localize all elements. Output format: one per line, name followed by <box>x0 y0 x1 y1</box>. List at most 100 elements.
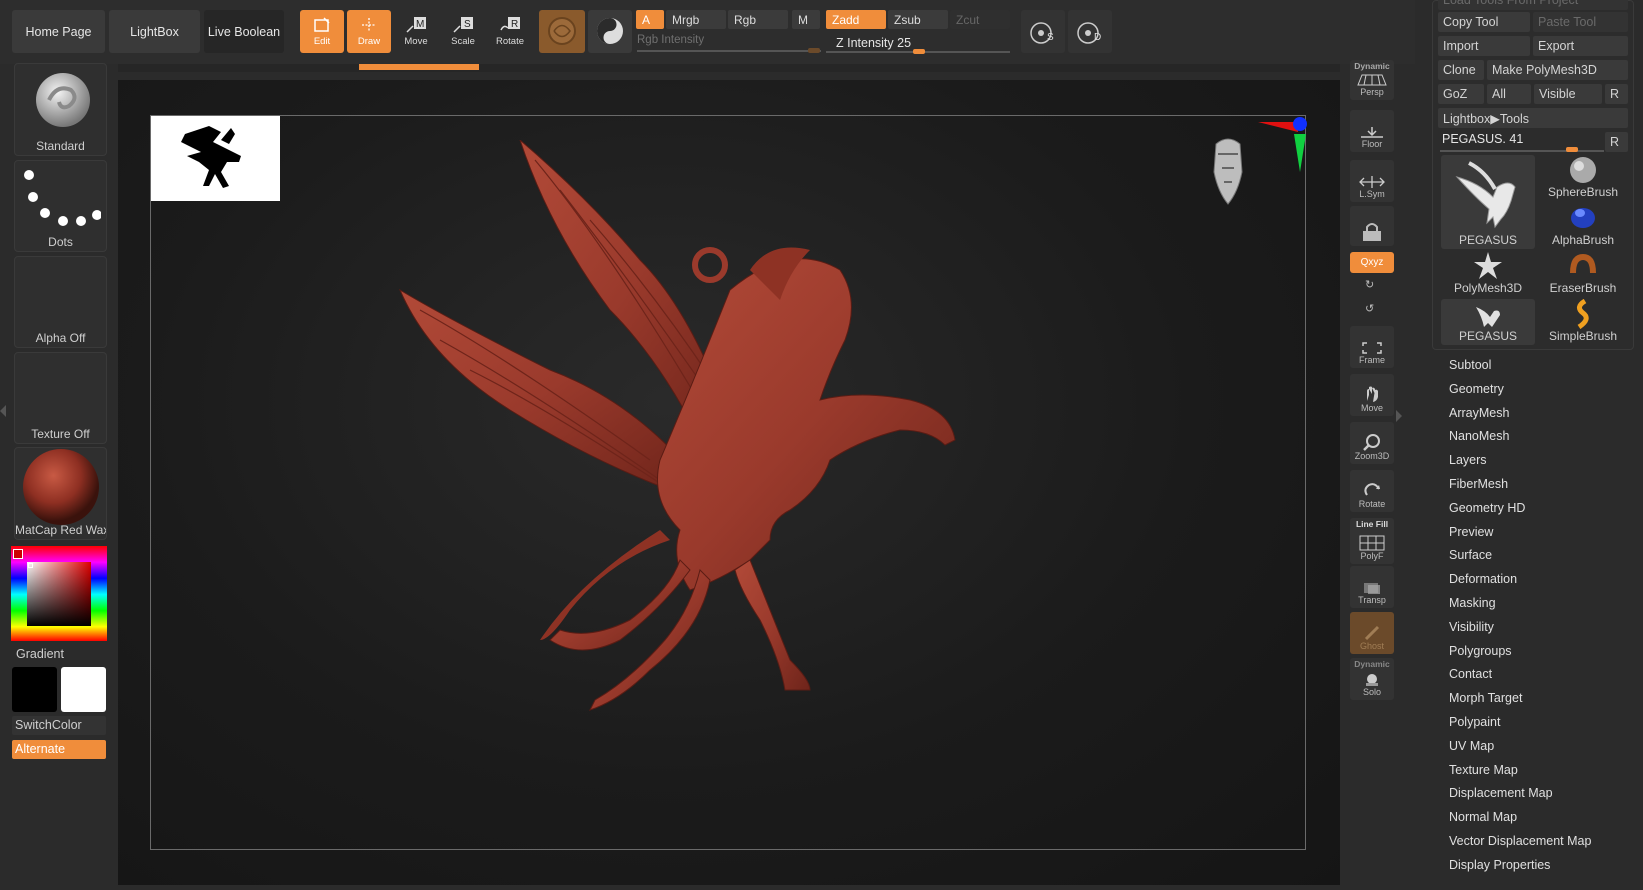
tool-menu-item[interactable]: Polygroups <box>1449 644 1512 658</box>
m-toggle[interactable]: M <box>792 10 820 29</box>
copy-tool-button[interactable]: Copy Tool <box>1438 12 1530 32</box>
material-selector[interactable]: MatCap Red Wax <box>14 447 107 540</box>
a-channel-toggle[interactable]: A <box>636 10 664 29</box>
tool-menu-item[interactable]: Surface <box>1449 548 1492 562</box>
brush-selector[interactable]: Standard <box>14 63 107 156</box>
edit-button[interactable]: Edit <box>300 10 344 53</box>
dynamic-size-button[interactable]: D <box>1068 10 1112 53</box>
tool-menu-item[interactable]: Subtool <box>1449 358 1491 372</box>
alternate-button[interactable]: Alternate <box>12 740 106 759</box>
pegasus-model[interactable] <box>390 140 1010 760</box>
rgb-toggle[interactable]: Rgb <box>728 10 788 29</box>
tool-thumb-eraserbrush[interactable]: EraserBrush <box>1536 251 1630 297</box>
zadd-toggle[interactable]: Zadd <box>826 10 886 29</box>
tool-menu-item[interactable]: Preview <box>1449 525 1493 539</box>
secondary-color-swatch[interactable] <box>61 667 106 712</box>
fill-mode-button[interactable] <box>588 10 632 53</box>
mrgb-toggle[interactable]: Mrgb <box>666 10 726 29</box>
current-tool-slider[interactable] <box>1440 150 1604 152</box>
lightbox-button[interactable]: LightBox <box>109 10 200 53</box>
tool-menu-item[interactable]: Polypaint <box>1449 715 1500 729</box>
tool-menu-item[interactable]: Morph Target <box>1449 691 1522 705</box>
rgb-intensity-knob[interactable] <box>808 48 820 53</box>
ghost-button[interactable]: Ghost <box>1350 612 1394 654</box>
lightbox-tools-button[interactable]: Lightbox▶Tools <box>1438 108 1628 128</box>
main-color-swatch[interactable] <box>12 667 57 712</box>
tool-thumb-alphabrush[interactable]: AlphaBrush <box>1536 203 1630 249</box>
goz-all-button[interactable]: All <box>1487 84 1531 104</box>
persp-button[interactable]: Dynamic Persp <box>1350 60 1394 100</box>
current-tool-r-button[interactable]: R <box>1605 132 1628 152</box>
tool-menu-item[interactable]: Visibility <box>1449 620 1494 634</box>
tool-thumb-label: AlphaBrush <box>1551 233 1615 247</box>
material-swatch-button[interactable] <box>539 10 585 53</box>
alpha-selector[interactable]: Alpha Off <box>14 256 107 348</box>
draw-button[interactable]: Draw <box>347 10 391 53</box>
load-tools-from-project-button[interactable]: Load Tools From Project <box>1438 0 1628 10</box>
left-collapse-arrow[interactable] <box>0 405 6 417</box>
lsym-button[interactable]: L.Sym <box>1350 160 1394 202</box>
tool-menu-item[interactable]: ArrayMesh <box>1449 406 1509 420</box>
move-button[interactable]: M Move <box>394 10 438 53</box>
tool-menu-item[interactable]: Vector Displacement Map <box>1449 834 1591 848</box>
tool-menu-item[interactable]: Normal Map <box>1449 810 1517 824</box>
tool-menu-item[interactable]: NanoMesh <box>1449 429 1509 443</box>
tool-menu-item[interactable]: Deformation <box>1449 572 1517 586</box>
primary-color-swatch[interactable] <box>13 549 23 559</box>
z-rotate-icon[interactable]: ↺ <box>1365 302 1374 315</box>
xyz-rotate-button[interactable]: Qxyz <box>1350 252 1394 273</box>
rgb-intensity-slider[interactable] <box>637 50 821 52</box>
color-cursor[interactable] <box>28 563 33 568</box>
frame-button[interactable]: Frame <box>1350 326 1394 368</box>
draw-size-button[interactable]: S <box>1021 10 1065 53</box>
tool-menu-item[interactable]: Displacement Map <box>1449 786 1553 800</box>
scale-button[interactable]: S Scale <box>441 10 485 53</box>
rotate-view-button[interactable]: Rotate <box>1350 470 1394 512</box>
solo-button[interactable]: Dynamic Solo <box>1350 658 1394 700</box>
current-tool-knob[interactable] <box>1566 147 1578 152</box>
tool-menu-item[interactable]: Geometry <box>1449 382 1504 396</box>
make-polymesh3d-button[interactable]: Make PolyMesh3D <box>1487 60 1628 80</box>
zoom3d-button[interactable]: Zoom3D <box>1350 422 1394 464</box>
stroke-selector[interactable]: Dots <box>14 160 107 252</box>
tool-menu-item[interactable]: Geometry HD <box>1449 501 1525 515</box>
active-shelf-tab[interactable] <box>359 64 479 70</box>
tool-thumb-pegasus-main[interactable]: PEGASUS <box>1441 155 1535 249</box>
goz-button[interactable]: GoZ <box>1438 84 1484 104</box>
tool-thumb-pegasus[interactable]: PEGASUS <box>1441 299 1535 345</box>
tool-thumb-simplebrush[interactable]: SimpleBrush <box>1536 299 1630 345</box>
import-button[interactable]: Import <box>1438 36 1530 56</box>
clone-button[interactable]: Clone <box>1438 60 1484 80</box>
right-collapse-arrow[interactable] <box>1396 410 1402 422</box>
zcut-toggle[interactable]: Zcut <box>950 10 1010 29</box>
live-boolean-button[interactable]: Live Boolean <box>204 10 284 53</box>
saturation-value-square[interactable] <box>27 562 91 626</box>
switch-color-button[interactable]: SwitchColor <box>12 716 106 735</box>
tool-thumb-spherebrush[interactable]: SphereBrush <box>1536 155 1630 201</box>
local-button[interactable] <box>1350 206 1394 246</box>
tool-menu-item[interactable]: Masking <box>1449 596 1496 610</box>
tool-menu-item[interactable]: Contact <box>1449 667 1492 681</box>
tool-thumb-polymesh3d[interactable]: PolyMesh3D <box>1441 251 1535 297</box>
export-button[interactable]: Export <box>1533 36 1628 56</box>
move-view-button[interactable]: Move <box>1350 374 1394 416</box>
rotate-button[interactable]: R Rotate <box>488 10 532 53</box>
tool-menu-item[interactable]: UV Map <box>1449 739 1494 753</box>
tool-menu-item[interactable]: Texture Map <box>1449 763 1518 777</box>
tool-menu-item[interactable]: Layers <box>1449 453 1487 467</box>
y-rotate-icon[interactable]: ↻ <box>1365 278 1374 291</box>
goz-visible-button[interactable]: Visible <box>1534 84 1602 104</box>
floor-button[interactable]: Floor <box>1350 110 1394 152</box>
navigation-gizmo[interactable] <box>1188 112 1308 240</box>
paste-tool-button[interactable]: Paste Tool <box>1533 12 1628 32</box>
tool-menu-item[interactable]: Display Properties <box>1449 858 1550 872</box>
z-intensity-knob[interactable] <box>913 49 925 54</box>
goz-r-button[interactable]: R <box>1605 84 1628 104</box>
transp-button[interactable]: Transp <box>1350 566 1394 608</box>
home-page-button[interactable]: Home Page <box>12 10 105 53</box>
tool-menu-item[interactable]: FiberMesh <box>1449 477 1508 491</box>
color-picker[interactable] <box>11 546 107 641</box>
zsub-toggle[interactable]: Zsub <box>888 10 948 29</box>
texture-selector[interactable]: Texture Off <box>14 352 107 444</box>
polyf-button[interactable]: Line Fill PolyF <box>1350 518 1394 564</box>
